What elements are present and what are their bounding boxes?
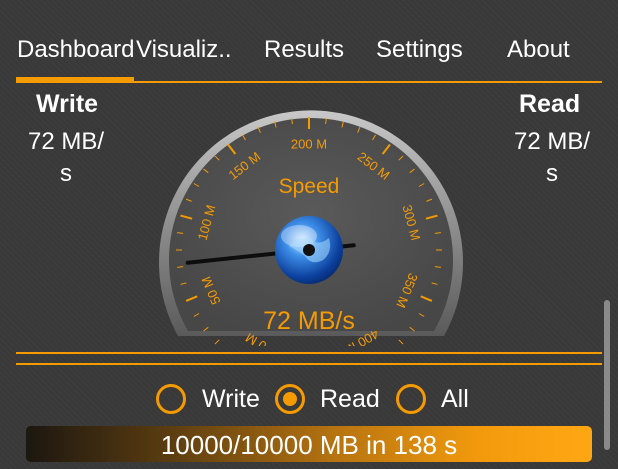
radio-write[interactable] [156, 384, 186, 414]
read-value-line2: s [546, 160, 558, 187]
gauge-readout: 72 MB/s [263, 307, 355, 335]
tab-visualization[interactable]: Visualiz.. [136, 34, 248, 66]
radio-write-label[interactable]: Write [202, 385, 260, 414]
tab-dashboard[interactable]: Dashboard [17, 34, 135, 66]
tab-bar: Dashboard Visualiz.. Results Settings Ab… [0, 0, 618, 84]
separator-top [16, 352, 602, 354]
write-label: Write [36, 90, 99, 118]
gauge-tick-label: 200 M [291, 136, 327, 151]
radio-all-label[interactable]: All [441, 385, 469, 414]
speed-gauge: 0 M50 M100 M150 M200 M250 M300 M350 M400… [159, 110, 463, 346]
progress-text: 10000/10000 MB in 138 s [160, 430, 458, 460]
tab-settings[interactable]: Settings [376, 34, 480, 66]
read-label: Read [519, 90, 581, 118]
radio-read[interactable] [275, 384, 305, 414]
tab-divider [16, 81, 602, 83]
mode-selector: Write Read All [0, 380, 618, 420]
gauge-hub [303, 244, 315, 256]
progress-bar: 10000/10000 MB in 138 s [26, 426, 592, 462]
write-value-line1: 72 MB/ [27, 128, 105, 155]
scrollbar[interactable] [604, 300, 610, 450]
radio-all[interactable] [396, 384, 426, 414]
separator-bottom [16, 363, 602, 365]
gauge-minor-tick [398, 339, 404, 345]
gauge-minor-tick [214, 339, 220, 345]
radio-read-label[interactable]: Read [320, 385, 380, 414]
tab-results[interactable]: Results [264, 34, 360, 66]
read-value-line1: 72 MB/ [513, 128, 591, 155]
tab-about[interactable]: About [507, 34, 587, 66]
gauge-title: Speed [279, 175, 340, 198]
write-value-line2: s [60, 160, 72, 187]
